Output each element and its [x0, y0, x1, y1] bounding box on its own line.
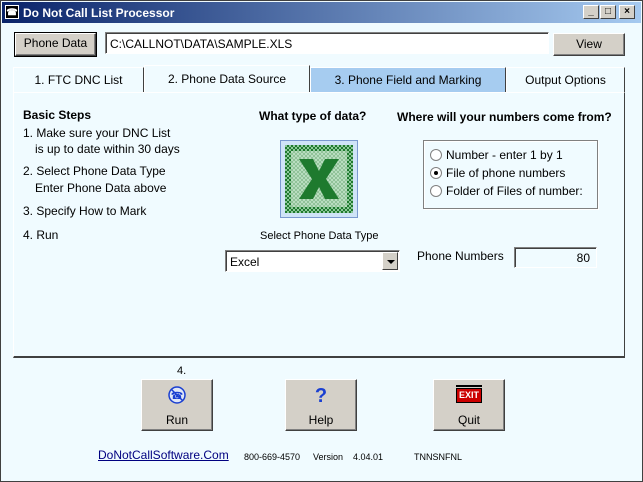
radio-label: Folder of Files of number:	[446, 184, 583, 198]
run-icon: ☎	[168, 386, 186, 404]
title-bar[interactable]: ☎ Do Not Call List Processor _ □ ×	[2, 2, 641, 23]
version-value: 4.04.01	[353, 452, 384, 462]
step-line: 1. Make sure your DNC List	[23, 126, 171, 140]
website-link[interactable]: DoNotCallSoftware.Com	[98, 448, 229, 462]
step-line: 2. Select Phone Data Type	[23, 164, 166, 178]
tab-ftc-dnc-list[interactable]: 1. FTC DNC List	[13, 67, 144, 93]
data-type-question: What type of data?	[259, 109, 367, 123]
radio-enter-1-by-1[interactable]: Number - enter 1 by 1	[430, 147, 563, 163]
step-line: is up to date within 30 days	[35, 142, 180, 156]
view-button[interactable]: View	[553, 33, 625, 56]
phone-numbers-label: Phone Numbers	[417, 249, 504, 263]
data-type-icon-box[interactable]	[280, 140, 358, 218]
run-label: Run	[165, 413, 188, 427]
window-title: Do Not Call List Processor	[23, 6, 175, 20]
version-label: Version	[313, 452, 344, 462]
phone-number: 800-669-4570	[244, 452, 301, 462]
chevron-down-icon[interactable]	[382, 252, 398, 270]
data-type-selected: Excel	[230, 255, 260, 269]
help-button[interactable]: ? Help	[285, 379, 357, 431]
radio-file-of-numbers[interactable]: File of phone numbers	[430, 165, 565, 181]
radio-label: Number - enter 1 by 1	[446, 148, 563, 162]
phone-numbers-count: 80	[514, 247, 597, 268]
source-question: Where will your numbers come from?	[397, 110, 612, 124]
minimize-button[interactable]: _	[583, 5, 599, 19]
tab-phone-field-marking[interactable]: 3. Phone Field and Marking	[310, 67, 506, 93]
main-window: ☎ Do Not Call List Processor _ □ × Phone…	[0, 0, 643, 482]
tab-phone-data-source[interactable]: 2. Phone Data Source	[144, 65, 310, 93]
step-line: Enter Phone Data above	[35, 181, 167, 195]
quit-label: Quit	[457, 413, 480, 427]
excel-icon	[285, 145, 353, 213]
basic-steps-heading: Basic Steps	[23, 108, 92, 122]
radio-button-checked[interactable]	[430, 167, 442, 179]
app-icon: ☎	[5, 5, 19, 19]
select-type-label: Select Phone Data Type	[260, 230, 379, 242]
exit-sign-icon: EXIT	[456, 385, 482, 403]
run-button[interactable]: ☎ Run	[141, 379, 213, 431]
build-code: TNNSNFNL	[414, 452, 463, 462]
phone-data-button[interactable]: Phone Data	[14, 32, 97, 57]
radio-folder-of-files[interactable]: Folder of Files of number:	[430, 183, 583, 199]
tab-output-options[interactable]: Output Options	[506, 67, 625, 93]
radio-button[interactable]	[430, 149, 442, 161]
path-input[interactable]: C:\CALLNOT\DATA\SAMPLE.XLS	[105, 32, 549, 54]
help-label: Help	[308, 413, 334, 427]
radio-label: File of phone numbers	[446, 166, 566, 180]
source-radio-group: Number - enter 1 by 1 File of phone numb…	[423, 140, 598, 209]
data-type-select[interactable]: Excel	[225, 250, 400, 272]
close-button[interactable]: ×	[619, 5, 635, 19]
tab-strip: 1. FTC DNC List 2. Phone Data Source 3. …	[13, 65, 625, 93]
step-line: 3. Specify How to Mark	[23, 204, 147, 218]
radio-button[interactable]	[430, 185, 442, 197]
exit-sign-text: EXIT	[456, 388, 482, 403]
maximize-button[interactable]: □	[600, 5, 616, 19]
quit-button[interactable]: EXIT Quit	[433, 379, 505, 431]
step-line: 4. Run	[23, 228, 59, 242]
help-icon: ?	[314, 385, 328, 407]
run-step-label: 4.	[177, 365, 187, 377]
